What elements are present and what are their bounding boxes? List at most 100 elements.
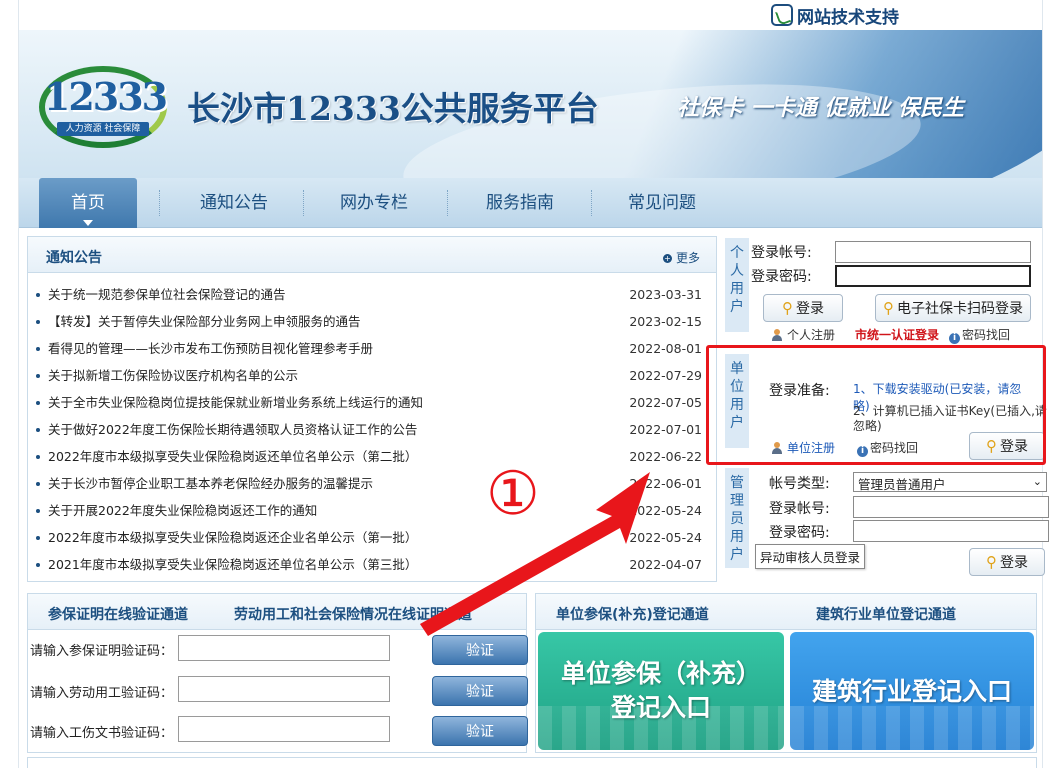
nav-divider [159,190,160,216]
notice-item-title: 关于长沙市暂停企业职工基本养老保险经办服务的温馨提示 [48,476,374,491]
logo-subtitle: 人力资源 社会保障 [57,122,149,136]
notice-item[interactable]: 2021年度市本级拟享受失业保险稳岗返还单位名单公示（第三批） 2022-04-0… [28,551,716,578]
notice-item-title: 关于全市失业保险稳岗位提技能保就业新增业务系统上线运行的通知 [48,395,424,410]
verification-tabs: 参保证明在线验证通道 劳动用工和社会保险情况在线证明通道 [28,594,526,630]
notice-item-date: 2022-07-05 [629,395,702,410]
notice-item[interactable]: 关于拟新增工伤保险协议医疗机构名单的公示 2022-07-29 [28,362,716,389]
site-title: 长沙市12333公共服务平台 [187,89,599,128]
unit-registration-tile-line2: 登记入口 [610,693,711,722]
personal-account-label: 登录帐号: [751,245,812,261]
key-icon: ⚲ [782,299,793,317]
nav-faq[interactable]: 常见问题 [597,178,727,228]
notice-item[interactable]: 2022年度市本级拟享受失业保险稳岗返还单位名单公示（第二批） 2022-06-2… [28,443,716,470]
notice-item[interactable]: 关于做好2022年度工伤保险长期待遇领取人员资格认证工作的公告 2022-07-0… [28,416,716,443]
admin-type-label: 帐号类型: [769,476,830,492]
tab-personal-user[interactable]: 个人用户 [725,238,749,332]
notice-panel-header: 通知公告 + 更多 [28,237,716,273]
insurance-code-input[interactable] [178,635,390,661]
personal-account-input[interactable] [835,241,1031,263]
notice-item[interactable]: 看得见的管理——长沙市发布工伤预防目视化管理参考手册 2022-08-01 [28,335,716,362]
tab-unit-registration[interactable]: 单位参保(补充)登记通道 [556,604,709,624]
construction-tile-label: 建筑行业登记入口 [811,677,1012,706]
notice-panel-title: 通知公告 [46,250,102,266]
notice-item-date: 2022-05-24 [629,530,702,545]
admin-account-input[interactable] [853,496,1049,518]
notice-item-title: 2022年度市本级拟享受失业保险稳岗返还单位名单公示（第二批） [48,449,418,464]
nav-notices[interactable]: 通知公告 [169,178,299,228]
notice-item-date: 2022-07-29 [629,368,702,383]
notice-item-title: 关于拟新增工伤保险协议医疗机构名单的公示 [48,368,299,383]
admin-login-label: 登录 [1000,555,1028,571]
personal-register-label: 个人注册 [787,328,836,342]
employment-code-input[interactable] [178,676,390,702]
key-icon: ⚲ [883,299,894,317]
nav-online-services[interactable]: 网办专栏 [309,178,439,228]
nav-service-guide[interactable]: 服务指南 [455,178,585,228]
admin-password-label: 登录密码: [769,525,830,541]
admin-password-input[interactable] [853,520,1049,542]
employment-code-label: 请输入劳动用工验证码： [30,686,174,701]
notice-item-date: 2022-05-24 [629,503,702,518]
notice-item-title: 看得见的管理——长沙市发布工伤预防目视化管理参考手册 [48,341,374,356]
tech-support-label: 网站技术支持 [797,7,899,28]
user-icon [771,329,783,341]
more-link[interactable]: + 更多 [662,249,700,266]
verify-injury-doc-button[interactable]: 验证 [432,716,528,746]
personal-recover-link[interactable]: i 密码找回 [949,326,1010,344]
notice-item-date: 2022-06-01 [629,476,702,491]
notice-item[interactable]: 关于长沙市暂停企业职工基本养老保险经办服务的温馨提示 2022-06-01 [28,470,716,497]
personal-register-link[interactable]: 个人注册 [771,326,835,343]
notice-item-date: 2023-03-31 [629,287,702,302]
info-icon: i [949,333,960,344]
header-banner: 12333 人力资源 社会保障 长沙市12333公共服务平台 社保卡 一卡通 促… [19,30,1042,178]
notice-item-title: 关于做好2022年度工伤保险长期待遇领取人员资格认证工作的公告 [48,422,418,437]
verify-insurance-button[interactable]: 验证 [432,635,528,665]
nav-divider [447,190,448,216]
construction-registration-entry-tile[interactable]: 建筑行业登记入口 [790,632,1034,750]
tab-construction-registration[interactable]: 建筑行业单位登记通道 [816,604,956,624]
notice-item-title: 2021年度市本级拟享受失业保险稳岗返还单位名单公示（第三批） [48,557,418,572]
notice-item[interactable]: 关于统一规范参保单位社会保险登记的通告 2023-03-31 [28,281,716,308]
personal-password-input[interactable] [835,265,1031,287]
notice-item[interactable]: 【转发】关于暂停失业保险部分业务网上申领服务的通告 2023-02-15 [28,308,716,335]
main-nav: 首页 通知公告 网办专栏 服务指南 常见问题 [19,178,1042,228]
admin-login-button[interactable]: ⚲ 登录 [969,548,1045,576]
construction-decoration [790,706,1034,750]
admin-account-label: 登录帐号: [769,501,830,517]
verify-employment-button[interactable]: 验证 [432,676,528,706]
notice-panel: 通知公告 + 更多 关于统一规范参保单位社会保险登记的通告 2023-03-31 【… [27,236,717,582]
notice-item-date: 2022-07-01 [629,422,702,437]
e-card-scan-button[interactable]: ⚲ 电子社保卡扫码登录 [875,294,1031,322]
notice-item-date: 2022-06-22 [629,449,702,464]
top-strip: 网站技术支持 [19,0,1042,30]
highlight-box [706,345,1046,465]
site-logo[interactable]: 12333 人力资源 社会保障 [39,60,168,152]
notice-item-title: 关于开展2022年度失业保险稳岗返还工作的通知 [48,503,318,518]
tech-support-link[interactable]: 网站技术支持 [771,3,899,28]
notice-item-title: 关于统一规范参保单位社会保险登记的通告 [48,287,286,302]
injury-doc-code-input[interactable] [178,716,390,742]
personal-password-label: 登录密码: [751,269,812,285]
unified-auth-link[interactable]: 市统一认证登录 [855,326,939,343]
tab-admin-user[interactable]: 管理员用户 [725,468,749,568]
nav-home[interactable]: 首页 [39,178,137,228]
key-icon: ⚲ [986,553,997,571]
notice-item-date: 2022-04-07 [629,557,702,572]
injury-doc-code-label: 请输入工伤文书验证码： [30,726,174,741]
site-slogan: 社保卡 一卡通 促就业 保民生 [677,96,964,121]
phone-support-icon [771,4,793,26]
unit-registration-entry-tile[interactable]: 单位参保（补充） 登记入口 [538,632,784,750]
more-label: 更多 [675,251,700,265]
admin-type-select[interactable]: 管理员普通用户 ⌄ [853,472,1047,492]
notice-item[interactable]: 关于开展2022年度失业保险稳岗返还工作的通知 2022-05-24 [28,497,716,524]
notice-item[interactable]: 2022年度市本级拟享受失业保险稳岗返还企业名单公示（第一批） 2022-05-2… [28,524,716,551]
next-section-edge [27,757,1037,768]
tab-employment-proof[interactable]: 劳动用工和社会保险情况在线证明通道 [234,604,472,624]
nav-divider [591,190,592,216]
personal-login-button[interactable]: ⚲ 登录 [763,294,843,322]
tab-insurance-proof[interactable]: 参保证明在线验证通道 [48,604,188,624]
chevron-down-icon: ⌄ [1032,475,1042,488]
verification-panel: 参保证明在线验证通道 劳动用工和社会保险情况在线证明通道 请输入参保证明验证码：… [27,593,528,753]
remote-reviewer-login-button[interactable]: 异动审核人员登录 [755,544,866,569]
notice-item[interactable]: 关于全市失业保险稳岗位提技能保就业新增业务系统上线运行的通知 2022-07-05 [28,389,716,416]
